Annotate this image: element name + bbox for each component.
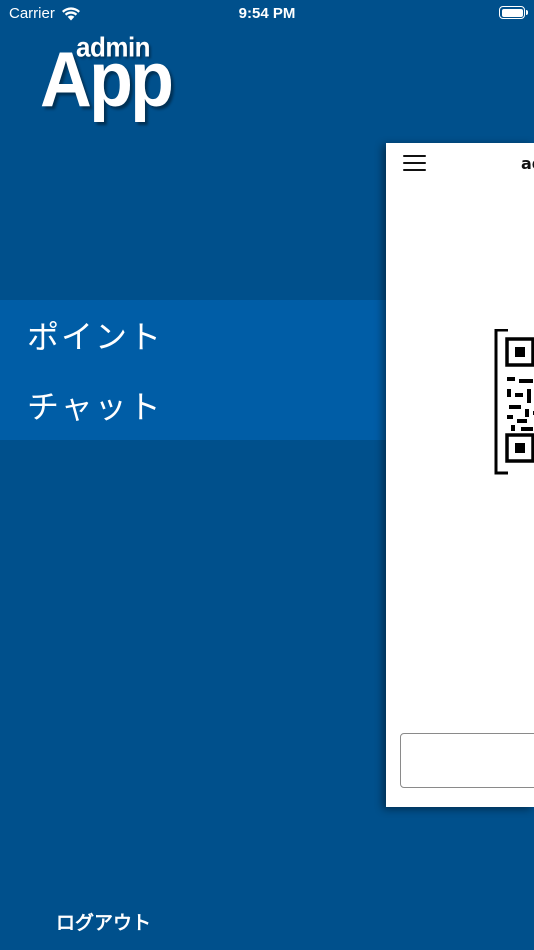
logo-app-text: App bbox=[40, 35, 174, 123]
menu-item-label: ポイント bbox=[27, 318, 164, 356]
panel-input-field[interactable] bbox=[400, 733, 534, 788]
menu-item-points[interactable]: ポイント bbox=[0, 300, 386, 370]
qr-code-icon bbox=[494, 329, 534, 475]
logout-button[interactable]: ログアウト bbox=[56, 908, 151, 935]
main-content-panel[interactable]: ad bbox=[386, 143, 534, 807]
panel-header: ad bbox=[386, 143, 534, 183]
status-bar: Carrier 9:54 PM bbox=[0, 0, 534, 28]
status-time: 9:54 PM bbox=[238, 5, 296, 22]
hamburger-icon[interactable] bbox=[403, 155, 426, 172]
battery-level bbox=[501, 8, 523, 17]
menu-item-chat[interactable]: チャット bbox=[0, 370, 386, 440]
panel-title: ad bbox=[521, 154, 534, 173]
battery-icon bbox=[499, 6, 528, 19]
app-logo: admin App bbox=[40, 31, 180, 127]
menu-item-label: チャット bbox=[27, 388, 163, 426]
side-menu: ポイント チャット bbox=[0, 300, 386, 440]
